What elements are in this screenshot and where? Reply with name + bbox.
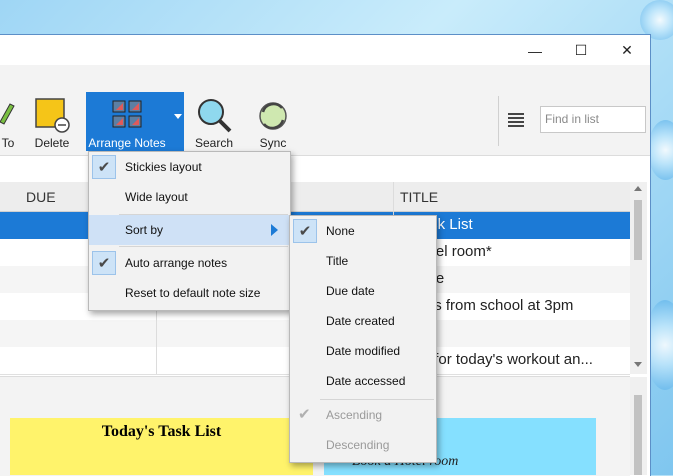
check-icon: ✔ [92,155,116,179]
delete-button[interactable]: Delete [31,92,73,154]
check-icon: ✔ [298,406,311,423]
list-scrollbar-thumb[interactable] [634,200,642,260]
arrange-grid-icon [112,100,142,128]
minimize-button[interactable]: — [512,35,558,66]
sync-button[interactable]: Sync [253,92,293,154]
menu-item-auto-arrange[interactable]: ✔ Auto arrange notes [89,248,290,278]
check-icon: ✔ [293,219,317,243]
delete-note-icon [35,98,70,133]
to-button[interactable]: To [0,92,20,154]
menu-item-sort-date-modified[interactable]: Date modified [290,336,436,366]
notes-scrollbar-thumb[interactable] [634,395,642,475]
scroll-down-arrow[interactable] [634,362,642,367]
list-view-icon[interactable] [508,113,524,127]
menu-item-sort-due-date[interactable]: Due date [290,276,436,306]
menu-item-wide-layout[interactable]: Wide layout [89,182,290,212]
menu-item-sort-date-accessed[interactable]: Date accessed [290,366,436,396]
menu-item-ascending: ✔ Ascending [298,406,383,423]
menu-item-descending: Descending [326,438,390,452]
maximize-button[interactable]: ☐ [558,35,604,66]
background-flower [648,120,673,180]
magnifier-icon [198,99,232,133]
sticky-note[interactable]: Today's Task List [10,418,313,475]
menu-item-reset-note-size[interactable]: Reset to default note size [89,278,290,308]
sync-icon [259,102,287,130]
menu-item-sort-none[interactable]: ✔ None [290,216,436,246]
dropdown-arrow-icon[interactable] [174,114,182,119]
menu-separator [119,246,288,247]
pencil-icon [0,103,15,125]
column-due[interactable]: DUE [26,189,56,205]
toolbar-separator [498,96,499,146]
title-bar: — ☐ ✕ [0,35,650,66]
menu-item-stickies-layout[interactable]: ✔ Stickies layout [89,152,290,182]
search-button[interactable]: Search [193,92,235,154]
find-in-list-input[interactable]: Find in list [540,106,646,133]
arrange-notes-menu: ✔ Stickies layout Wide layout Sort by ✔ … [88,151,291,311]
submenu-arrow-icon [271,224,278,236]
scroll-up-arrow[interactable] [634,186,642,191]
close-button[interactable]: ✕ [604,35,650,66]
menu-item-sort-by[interactable]: Sort by [89,215,290,245]
sort-by-submenu: ✔ None Title Due date Date created Date … [289,215,437,463]
menu-item-sort-date-created[interactable]: Date created [290,306,436,336]
arrange-notes-button[interactable]: Arrange Notes [86,92,184,151]
column-title[interactable]: TITLE [400,189,438,205]
menu-item-sort-title[interactable]: Title [290,246,436,276]
check-icon: ✔ [92,251,116,275]
